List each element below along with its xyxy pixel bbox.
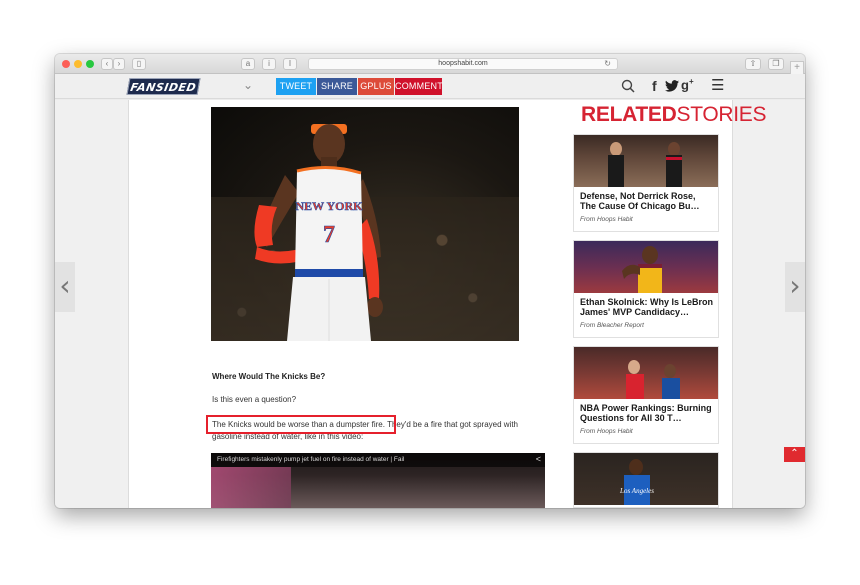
player-illustration: NEW YORK 7	[254, 124, 383, 341]
next-article-arrow[interactable]: ›	[785, 262, 805, 312]
video-thumbnail	[211, 467, 291, 508]
jersey-number: 7	[323, 222, 335, 248]
video-title[interactable]: Firefighters mistakenly pump jet fuel on…	[217, 456, 404, 463]
minimize-window-button[interactable]	[74, 60, 82, 68]
tweet-button[interactable]: TWEET	[276, 78, 316, 95]
story-source: From Bleacher Report	[580, 322, 644, 329]
related-stories-heading: RELATEDSTORIES	[581, 103, 767, 126]
share-button[interactable]: SHARE	[317, 78, 357, 95]
story-thumbnail: Los Angeles	[574, 453, 718, 505]
story-title[interactable]: NBA Power Rankings: Burning Questions fo…	[580, 403, 714, 423]
info-extension-icon[interactable]: i	[262, 58, 276, 70]
svg-text:Los Angeles: Los Angeles	[619, 487, 654, 495]
story-thumbnail	[574, 347, 718, 399]
url-text: hoopshabit.com	[438, 60, 488, 67]
browser-window: ‹ › ▯ a i I hoopshabit.com ↻ ⇧ ❐ + FANSI…	[55, 54, 805, 508]
story-title[interactable]: Ethan Skolnick: Why Is LeBron James' MVP…	[580, 297, 714, 317]
forward-button[interactable]: ›	[113, 58, 125, 70]
story-source: From Hoops Habit	[580, 216, 633, 223]
back-button[interactable]: ‹	[101, 58, 113, 70]
zoom-window-button[interactable]	[86, 60, 94, 68]
reader-extension-icon[interactable]: I	[283, 58, 297, 70]
related-story-card[interactable]: Los Angeles	[573, 452, 719, 508]
scroll-to-top-button[interactable]: ⌃	[784, 447, 805, 462]
previous-article-arrow[interactable]: ‹	[55, 262, 75, 312]
tabs-overview-icon[interactable]: ❐	[768, 58, 784, 70]
sidebar-toggle-icon[interactable]: ▯	[132, 58, 146, 70]
address-bar[interactable]: hoopshabit.com ↻	[308, 58, 618, 70]
fansided-logo[interactable]: FANSIDED	[126, 78, 201, 95]
twitter-icon[interactable]	[665, 80, 679, 92]
comment-button[interactable]: COMMENT	[395, 78, 443, 95]
site-header: FANSIDED ⌄ TWEET SHARE GPLUS COMMENT f g…	[55, 74, 805, 99]
new-tab-button[interactable]: +	[790, 61, 804, 75]
hero-image-player: NEW YORK 7	[211, 107, 519, 341]
menu-icon[interactable]: ☰	[711, 76, 724, 94]
share-page-icon[interactable]: ⇧	[745, 58, 761, 70]
embedded-video[interactable]: Firefighters mistakenly pump jet fuel on…	[211, 453, 545, 508]
jersey-text: NEW YORK	[295, 199, 363, 213]
reload-icon[interactable]: ↻	[604, 59, 611, 69]
gplus-button[interactable]: GPLUS	[358, 78, 394, 95]
video-share-icon[interactable]: <	[536, 454, 541, 464]
story-thumbnail	[574, 241, 718, 293]
facebook-icon[interactable]: f	[652, 78, 657, 94]
article-paragraph-1: Is this even a question?	[212, 395, 297, 404]
amazon-extension-icon[interactable]: a	[241, 58, 255, 70]
related-story-card[interactable]: Ethan Skolnick: Why Is LeBron James' MVP…	[573, 240, 719, 338]
search-icon[interactable]	[621, 79, 635, 93]
related-story-card[interactable]: Defense, Not Derrick Rose, The Cause Of …	[573, 134, 719, 232]
close-window-button[interactable]	[62, 60, 70, 68]
article-question-heading: Where Would The Knicks Be?	[212, 372, 326, 381]
red-highlight-box	[206, 415, 396, 434]
google-plus-icon[interactable]: g+	[681, 77, 694, 92]
story-title[interactable]: Defense, Not Derrick Rose, The Cause Of …	[580, 191, 714, 211]
related-story-card[interactable]: NBA Power Rankings: Burning Questions fo…	[573, 346, 719, 444]
video-title-bar: Firefighters mistakenly pump jet fuel on…	[211, 453, 545, 467]
story-source: From Hoops Habit	[580, 428, 633, 435]
story-thumbnail	[574, 135, 718, 187]
chevron-down-icon[interactable]: ⌄	[243, 78, 253, 92]
browser-toolbar: ‹ › ▯ a i I hoopshabit.com ↻ ⇧ ❐ +	[55, 54, 805, 75]
